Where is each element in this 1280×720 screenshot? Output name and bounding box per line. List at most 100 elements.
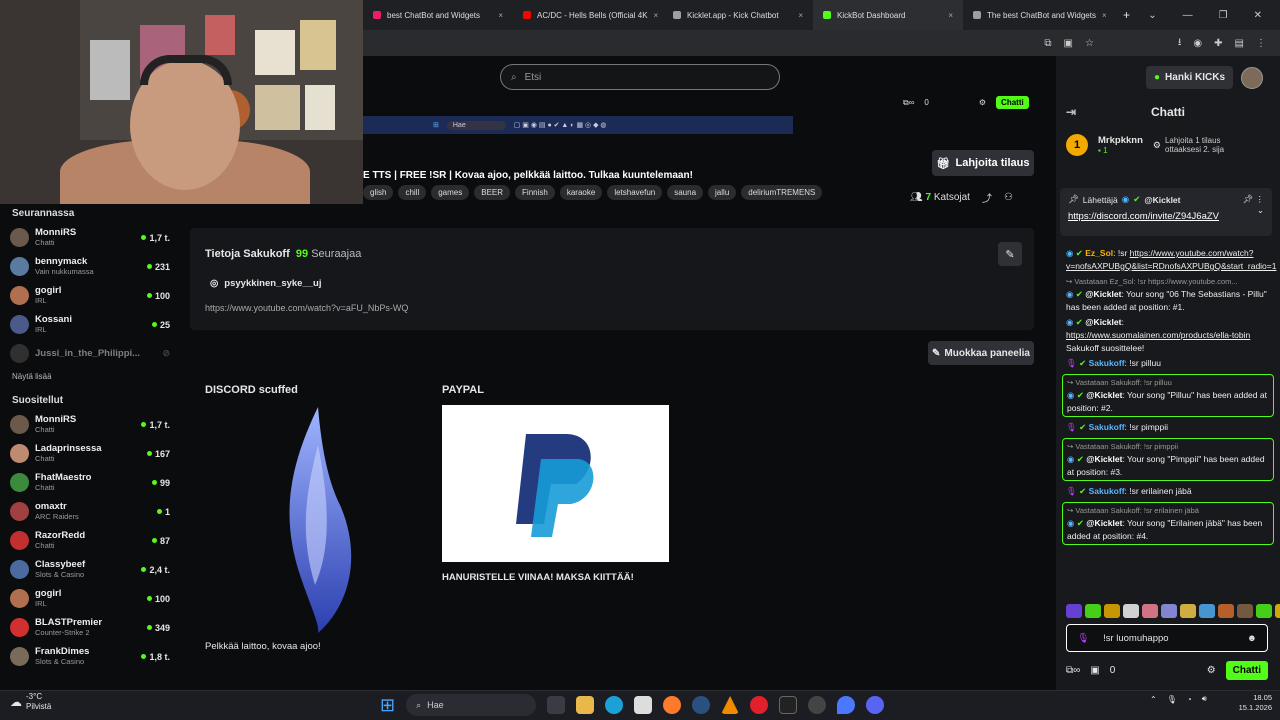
sidebar-channel[interactable]: gogirl IRL 100 [0, 281, 180, 310]
message-user[interactable]: @Kicklet [1085, 317, 1121, 327]
emote-icon[interactable] [1161, 604, 1177, 618]
chat-message[interactable]: ◉ ✔ @Kicklet: https://www.suomalainen.co… [1062, 315, 1274, 356]
sidebar-channel[interactable]: Kossani IRL 25 [0, 310, 180, 339]
show-more-link[interactable]: Näytä lisää [0, 368, 180, 385]
droplet-icon[interactable] [837, 696, 856, 714]
gift-sub-button[interactable]: 🎁︎ Lahjoita tilaus [932, 150, 1034, 176]
follow-user-icon[interactable]: ⚇ [1004, 192, 1013, 203]
bookmark-star-icon[interactable]: ☆ [1085, 38, 1094, 49]
mic-icon[interactable]: 🎙︎ [1167, 695, 1177, 704]
sidebar-channel[interactable]: FhatMaestro Chatti 99 [0, 468, 180, 497]
chat-message[interactable]: ↪ Vastataan Ez_Sol: !sr https://www.yout… [1062, 274, 1274, 315]
firefox-icon[interactable] [663, 696, 682, 714]
menu-icon[interactable]: ⋮ [1256, 38, 1266, 49]
sidebar-channel[interactable]: Ladaprinsessa Chatti 167 [0, 439, 180, 468]
close-tab-icon[interactable]: × [948, 11, 953, 20]
new-tab-button[interactable]: + [1113, 8, 1130, 22]
stream-tag[interactable]: glish [363, 185, 394, 200]
stream-tag[interactable]: sauna [667, 185, 704, 200]
obs-icon[interactable] [808, 696, 827, 714]
vlc-icon[interactable] [721, 696, 740, 714]
store-icon[interactable] [634, 696, 653, 714]
sidebar-channel[interactable]: gogirl IRL 100 [0, 584, 180, 613]
sidebar-channel[interactable]: MonniRS Chatti 1,7 t. [0, 410, 180, 439]
stream-tag[interactable]: karaoke [559, 185, 603, 200]
emote-icon[interactable] [1123, 604, 1139, 618]
message-user[interactable]: Sakukoff [1089, 358, 1125, 368]
clock[interactable]: 18.05 15.1.2026 [1218, 693, 1272, 713]
opera-icon[interactable] [750, 696, 769, 714]
chat-message[interactable]: ◉ ✔ Ez_Sol: !sr https://www.youtube.com/… [1062, 246, 1276, 274]
stream-tag[interactable]: BEER [474, 185, 511, 200]
emote-icon[interactable] [1218, 604, 1234, 618]
user-avatar[interactable] [1241, 66, 1264, 89]
sidebar-channel[interactable]: BLASTPremier Counter-Strike 2 349 [0, 613, 180, 642]
message-link[interactable]: https://www.suomalainen.com/products/ell… [1066, 330, 1250, 340]
close-tab-icon[interactable]: × [798, 11, 803, 20]
sidebar-channel[interactable]: Classybeef Slots & Casino 2,4 t. [0, 555, 180, 584]
chat-message[interactable]: ↪ Vastataan Sakukoff: !sr erilainen jäbä… [1062, 502, 1274, 545]
emote-icon[interactable] [1142, 604, 1158, 618]
minimize-icon[interactable]: — [1183, 10, 1193, 21]
taskbar-search[interactable]: ⌕ Hae [406, 694, 537, 716]
instagram-handle[interactable]: psyykkinen_syke__uj [224, 278, 321, 289]
sidebar-channel[interactable]: RazorRedd Chatti 87 [0, 526, 180, 555]
paypal-logo-image[interactable] [442, 405, 669, 562]
chat-input[interactable]: 🎙︎ !sr luomuhappo ☻ [1066, 624, 1268, 652]
start-icon[interactable]: ⊞ [380, 695, 395, 716]
flame-logo-image[interactable] [270, 405, 366, 635]
pinned-user[interactable]: @Kicklet [1144, 195, 1180, 205]
collapse-chat-icon[interactable]: ⇥ [1066, 105, 1076, 119]
stream-tag[interactable]: games [431, 185, 470, 200]
sidebar-channel[interactable]: FrankDimes Slots & Casino 1,8 t. [0, 642, 180, 671]
get-kicks-button[interactable]: ● Hanki KICKs [1146, 66, 1234, 89]
emote-icon[interactable] [1066, 604, 1082, 618]
about-link[interactable]: https://www.youtube.com/watch?v=aFU_NbPs… [205, 303, 408, 313]
pinned-url[interactable]: https://discord.com/invite/Z94J6aZV [1068, 211, 1219, 222]
message-user[interactable]: @Kicklet [1085, 289, 1121, 299]
file-explorer-icon[interactable] [576, 696, 595, 714]
share-icon[interactable]: ⤴ [982, 190, 992, 205]
profile-icon[interactable]: ◉ [1193, 38, 1202, 49]
steam-icon[interactable] [692, 696, 711, 714]
chat-settings-icon[interactable]: ⚙ [1207, 665, 1216, 676]
chat-message[interactable]: ↪ Vastataan Sakukoff: !sr pimppii ◉ ✔ @Ki… [1062, 438, 1274, 481]
terminal-icon[interactable] [779, 696, 798, 714]
task-view-icon[interactable] [547, 696, 566, 714]
pin-toggle-icon[interactable]: 📌︎ ⋮ [1242, 194, 1264, 205]
stream-tag[interactable]: jallu [708, 185, 737, 200]
emote-icon[interactable] [1237, 604, 1253, 618]
emote-icon[interactable] [1104, 604, 1120, 618]
wifi-icon[interactable]: ◔ [1187, 695, 1192, 704]
download-icon[interactable]: ⭳ [1178, 35, 1182, 52]
stream-tag[interactable]: Finnish [515, 185, 555, 200]
sidebar-channel[interactable]: MonniRS Chatti 1,7 t. [0, 223, 180, 252]
edit-panels-button[interactable]: ✎ Muokkaa paneelia [928, 341, 1034, 365]
search-input[interactable]: ⌕ Etsi [500, 64, 780, 90]
close-tab-icon[interactable]: × [1102, 11, 1107, 20]
discord-icon[interactable] [866, 696, 885, 714]
message-user[interactable]: @Kicklet [1086, 454, 1122, 464]
browser-tab[interactable]: AC/DC - Hells Bells (Official 4K × [513, 0, 663, 30]
maximize-icon[interactable]: ❐ [1219, 10, 1228, 21]
stream-tag[interactable]: letshavefun [607, 185, 663, 200]
tab-list-icon[interactable]: ⌄ [1148, 10, 1156, 21]
chat-message[interactable]: 🎙︎ ✔ Sakukoff: !sr pilluu [1062, 356, 1274, 371]
emote-icon[interactable] [1180, 604, 1196, 618]
stream-tag[interactable]: deliriumTREMENS [741, 185, 823, 200]
tray-chevron-icon[interactable]: ⌃ [1150, 695, 1157, 704]
weather-widget[interactable]: ☁ -3°C Pilvistä [10, 692, 51, 712]
message-user[interactable]: Sakukoff [1089, 486, 1125, 496]
close-window-icon[interactable]: ✕ [1254, 10, 1262, 21]
close-tab-icon[interactable]: × [498, 11, 503, 20]
links-icon[interactable]: ⧉∞ [1066, 665, 1080, 676]
sidebar-channel[interactable]: Jussi_in_the_Philippi... ⊘ [0, 339, 180, 368]
extension-badge-icon[interactable]: ▤ [1235, 38, 1244, 49]
browser-tab[interactable]: best ChatBot and Widgets × [363, 0, 513, 30]
expand-pinned-icon[interactable]: ⌄ [1257, 205, 1264, 222]
volume-icon[interactable]: 🔊︎ [1202, 694, 1207, 704]
sidebar-channel[interactable]: bennymack Vain nukkumassa 231 [0, 252, 180, 281]
emote-icon[interactable] [1199, 604, 1215, 618]
message-user[interactable]: Ez_Sol [1085, 248, 1113, 258]
stream-tag[interactable]: chill [398, 185, 427, 200]
